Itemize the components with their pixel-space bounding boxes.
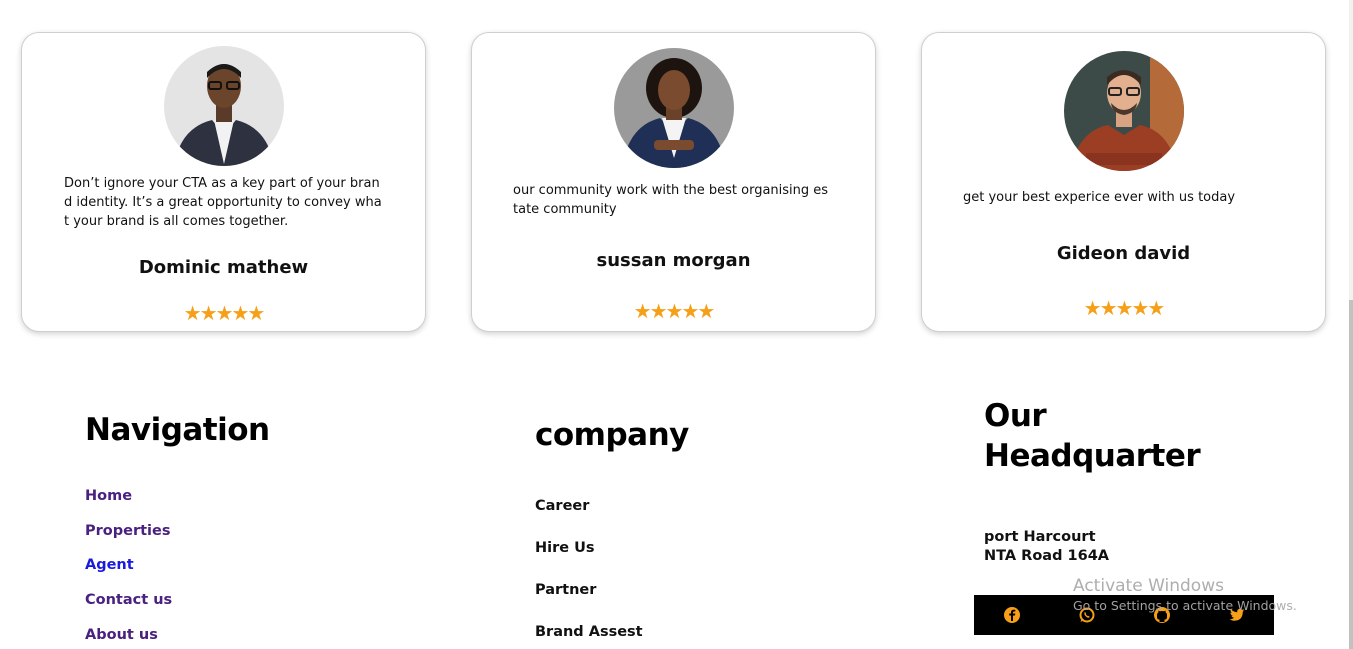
- headquarter-heading-line2: Headquarter: [984, 438, 1201, 474]
- testimonial-quote: get your best experice ever with us toda…: [963, 190, 1236, 205]
- testimonial-name: Dominic mathew: [138, 257, 309, 278]
- scrollbar-thumb[interactable]: [1349, 300, 1353, 649]
- star-rating: ★★★★★: [633, 301, 716, 323]
- testimonial-card: our community work with the best organis…: [471, 32, 876, 332]
- headquarter-heading-line1: Our: [984, 398, 1047, 434]
- star-rating: ★★★★★: [183, 303, 266, 325]
- watermark-title: Activate Windows: [1073, 576, 1224, 596]
- navigation-heading: Navigation: [85, 412, 270, 448]
- github-icon[interactable]: [1153, 606, 1171, 624]
- avatar: [1063, 51, 1184, 171]
- nav-link-properties[interactable]: Properties: [85, 523, 170, 539]
- nav-link-home[interactable]: Home: [85, 488, 132, 504]
- company-heading: company: [535, 417, 689, 453]
- facebook-icon[interactable]: [1003, 606, 1021, 624]
- star-rating: ★★★★★: [1083, 298, 1166, 320]
- nav-link-agent[interactable]: Agent: [85, 557, 134, 573]
- whatsapp-icon[interactable]: [1078, 606, 1096, 624]
- testimonial-quote: our community work with the best organis…: [513, 183, 829, 217]
- company-link-partner[interactable]: Partner: [535, 582, 596, 598]
- twitter-icon[interactable]: [1228, 606, 1246, 624]
- company-link-brand-assest[interactable]: Brand Assest: [535, 624, 643, 640]
- address-line1: port Harcourt: [984, 529, 1096, 545]
- headquarter-heading: Our Headquarter: [984, 396, 1201, 476]
- company-link-hire-us[interactable]: Hire Us: [535, 540, 595, 556]
- headquarter-address: port Harcourt NTA Road 164A: [984, 528, 1109, 566]
- avatar: [613, 48, 734, 168]
- testimonial-card: get your best experice ever with us toda…: [921, 32, 1326, 332]
- avatar: [163, 46, 284, 166]
- testimonial-card: Don’t ignore your CTA as a key part of y…: [21, 32, 426, 332]
- social-bar: [974, 595, 1274, 635]
- company-link-career[interactable]: Career: [535, 498, 589, 514]
- testimonial-quote: Don’t ignore your CTA as a key part of y…: [64, 176, 382, 229]
- nav-link-about-us[interactable]: About us: [85, 627, 158, 643]
- nav-link-contact-us[interactable]: Contact us: [85, 592, 172, 608]
- testimonial-name: Gideon david: [1056, 243, 1191, 264]
- testimonial-name: sussan morgan: [596, 250, 751, 271]
- address-line2: NTA Road 164A: [984, 548, 1109, 564]
